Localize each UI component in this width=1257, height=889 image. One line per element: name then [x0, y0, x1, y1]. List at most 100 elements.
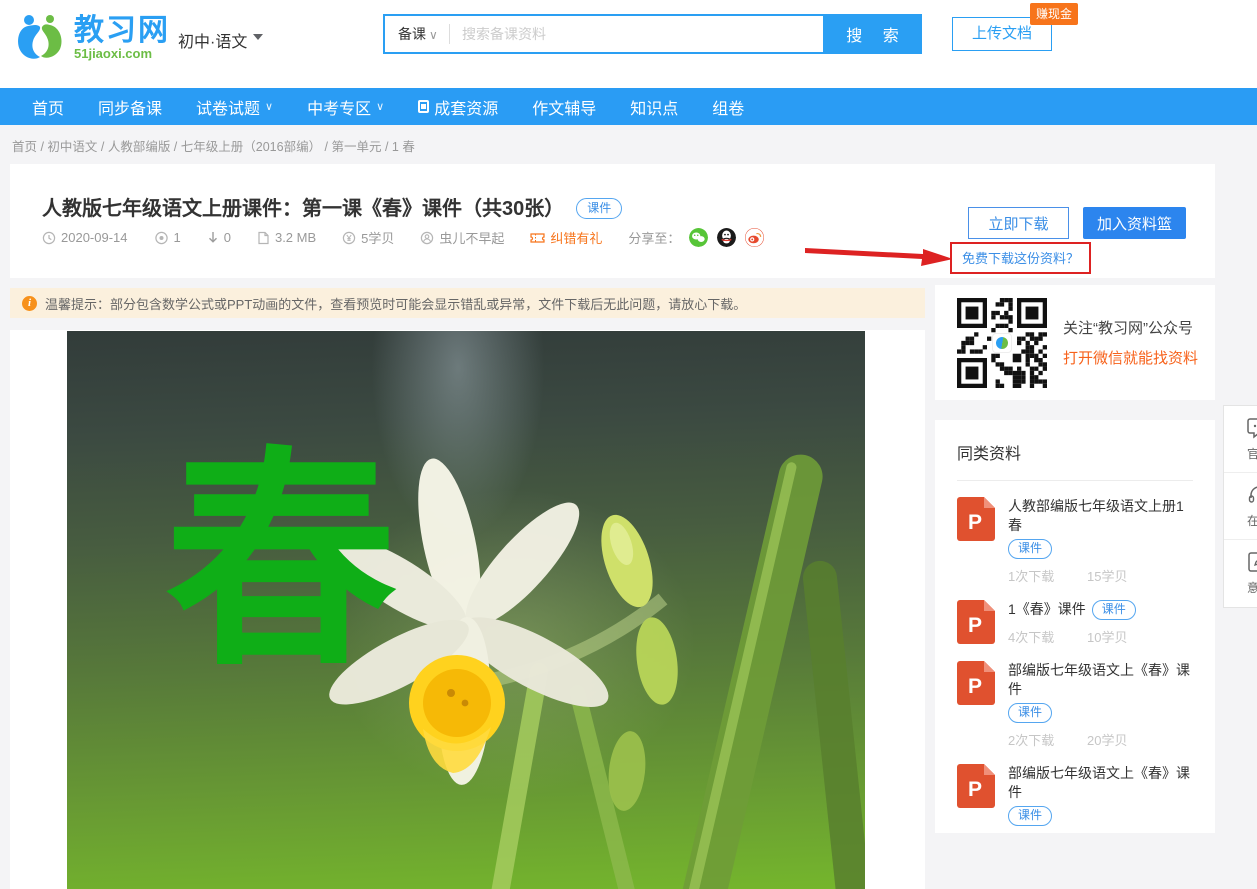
doc-type-badge: 课件 — [576, 198, 622, 219]
date-value: 2020-09-14 — [61, 230, 128, 245]
floating-side-panel: 官方 在线 意见 — [1223, 405, 1257, 608]
related-item-price: 15学贝 — [1087, 566, 1127, 585]
related-item-downloads: 4次下载 — [1008, 627, 1087, 646]
nav-label: 组卷 — [712, 95, 744, 119]
related-item[interactable]: P 人教部编版七年级语文上册1春 课件 1次下载15学贝 — [957, 497, 1193, 585]
download-now-button[interactable]: 立即下载 — [968, 207, 1069, 239]
related-item-title: 部编版七年级语文上《春》课件 — [1008, 661, 1193, 699]
ppt-file-icon: P — [957, 497, 995, 541]
price-value: 5学贝 — [361, 228, 394, 247]
size-value: 3.2 MB — [275, 230, 316, 245]
related-item[interactable]: P 1《春》课件课件 4次下载10学贝 — [957, 600, 1193, 646]
search-input[interactable] — [450, 26, 823, 42]
coin-icon — [342, 231, 356, 245]
breadcrumb[interactable]: 首页 / 初中语文 / 人教部编版 / 七年级上册（2016部编） / 第一单元… — [12, 136, 415, 155]
divider — [957, 480, 1193, 481]
category-dropdown-label: 初中·语文 — [178, 34, 247, 51]
nav-item-shijuan[interactable]: 试卷试题∨ — [196, 95, 273, 119]
nav-item-zhongkao[interactable]: 中考专区 ∨ — [307, 95, 384, 119]
official-service-button[interactable]: 官方 — [1224, 406, 1257, 473]
chat-bubble-icon — [1247, 417, 1257, 439]
nav-item-zuowen[interactable]: 作文辅导 — [532, 95, 596, 119]
nav-item-home[interactable]: 首页 — [32, 95, 64, 119]
notice-text: 温馨提示：部分包含数学公式或PPT动画的文件，查看预览时可能会显示错乱或异常，文… — [45, 294, 746, 313]
chevron-down-icon: ∨ — [429, 28, 438, 42]
qr-caption-line1: 关注“教习网”公众号 — [1063, 317, 1198, 338]
add-to-basket-button[interactable]: 加入资料篮 — [1083, 207, 1186, 239]
download-arrow-icon — [207, 231, 219, 245]
related-materials-card: 同类资料 P 人教部编版七年级语文上册1春 课件 1次下载15学贝 P 1《春》… — [935, 420, 1215, 833]
clock-icon — [42, 231, 56, 245]
wechat-icon[interactable] — [689, 228, 708, 247]
nav-item-tongbu-beike[interactable]: 同步备课 — [98, 95, 162, 119]
site-logo[interactable]: 教习网 51jiaoxi.com — [14, 12, 170, 64]
float-label: 在线 — [1247, 512, 1257, 529]
qr-code — [957, 298, 1047, 388]
package-icon — [418, 100, 429, 113]
search-scope-select[interactable]: 备课∨ — [385, 24, 449, 44]
search-bar: 备课∨ 搜 索 — [383, 14, 922, 54]
category-dropdown[interactable]: 初中·语文 — [178, 28, 263, 52]
weibo-icon[interactable] — [745, 228, 764, 247]
page-title: 人教版七年级语文上册课件：第一课《春》课件（共30张）课件 — [42, 192, 622, 221]
uploader-value: 虫儿不早起 — [439, 228, 504, 247]
file-size: 3.2 MB — [257, 230, 316, 245]
spring-character: 春 — [165, 449, 397, 681]
svg-text:P: P — [968, 614, 982, 637]
related-item-badge: 课件 — [1008, 539, 1052, 559]
search-scope-label: 备课 — [398, 26, 426, 42]
brand-domain: 51jiaoxi.com — [74, 46, 170, 61]
nav-label: 知识点 — [630, 95, 678, 119]
logo-icon — [14, 12, 66, 64]
wechat-qr-card: 关注“教习网”公众号 打开微信就能找资料 — [935, 285, 1215, 400]
qr-center-logo — [993, 334, 1011, 352]
ppt-file-icon: P — [957, 600, 995, 644]
search-button[interactable]: 搜 索 — [823, 14, 922, 54]
chevron-down-icon: ∨ — [376, 100, 384, 113]
chevron-down-icon — [253, 34, 263, 45]
header: 教习网 51jiaoxi.com 初中·语文 备课∨ 搜 索 赚现金 上传文档 — [0, 0, 1257, 88]
related-title: 同类资料 — [957, 440, 1193, 464]
qr-caption-line2: 打开微信就能找资料 — [1063, 347, 1198, 368]
correction-label: 纠错有礼 — [550, 228, 602, 247]
user-icon — [420, 231, 434, 245]
nav-item-chengtao[interactable]: 成套资源 — [418, 95, 498, 119]
qq-icon[interactable] — [717, 228, 736, 247]
related-item-title: 人教部编版七年级语文上册1春 — [1008, 497, 1193, 535]
nav-item-zhishidian[interactable]: 知识点 — [630, 95, 678, 119]
svg-text:P: P — [968, 778, 982, 801]
price: 5学贝 — [342, 228, 394, 247]
related-item-title-text: 1《春》课件 — [1008, 601, 1086, 617]
nav-label: 成套资源 — [434, 95, 498, 119]
view-count: 1 — [154, 230, 181, 245]
nav-label: 中考专区 — [307, 95, 371, 119]
ppt-file-icon: P — [957, 764, 995, 808]
eye-icon — [154, 231, 169, 245]
feedback-button[interactable]: 意见 — [1224, 540, 1257, 607]
pencil-edit-icon — [1247, 551, 1257, 573]
float-label: 官方 — [1247, 445, 1257, 462]
qr-caption: 关注“教习网”公众号 打开微信就能找资料 — [1063, 317, 1198, 368]
related-item-badge: 课件 — [1008, 806, 1052, 826]
share-label: 分享至： — [628, 228, 680, 247]
online-service-button[interactable]: 在线 — [1224, 473, 1257, 540]
notice-bar: i 温馨提示：部分包含数学公式或PPT动画的文件，查看预览时可能会显示错乱或异常… — [10, 288, 925, 318]
free-download-link[interactable]: 免费下载这份资料？ — [950, 242, 1091, 274]
download-count: 0 — [207, 230, 231, 245]
upload-date: 2020-09-14 — [42, 230, 128, 245]
float-label: 意见 — [1247, 579, 1257, 596]
brand-name: 教习网 — [74, 16, 170, 46]
downloads-value: 0 — [224, 230, 231, 245]
document-meta-row: 2020-09-14 1 0 3.2 MB 5学贝 虫儿不早起 纠错有礼 分享至… — [42, 228, 764, 247]
uploader: 虫儿不早起 — [420, 228, 504, 247]
related-item-title: 1《春》课件课件 — [1008, 600, 1193, 620]
related-item[interactable]: P 部编版七年级语文上《春》课件 课件 0次下载20学贝 — [957, 764, 1193, 833]
related-item[interactable]: P 部编版七年级语文上《春》课件 课件 2次下载20学贝 — [957, 661, 1193, 749]
nav-item-zujuan[interactable]: 组卷 — [712, 95, 744, 119]
ticket-icon — [530, 232, 545, 244]
headset-icon — [1247, 484, 1257, 506]
info-icon: i — [22, 296, 37, 311]
error-report-link[interactable]: 纠错有礼 — [530, 228, 602, 247]
main-nav: 首页 同步备课 试卷试题∨ 中考专区 ∨ 成套资源 作文辅导 知识点 组卷 — [0, 88, 1257, 125]
chevron-down-icon: ∨ — [265, 100, 273, 113]
